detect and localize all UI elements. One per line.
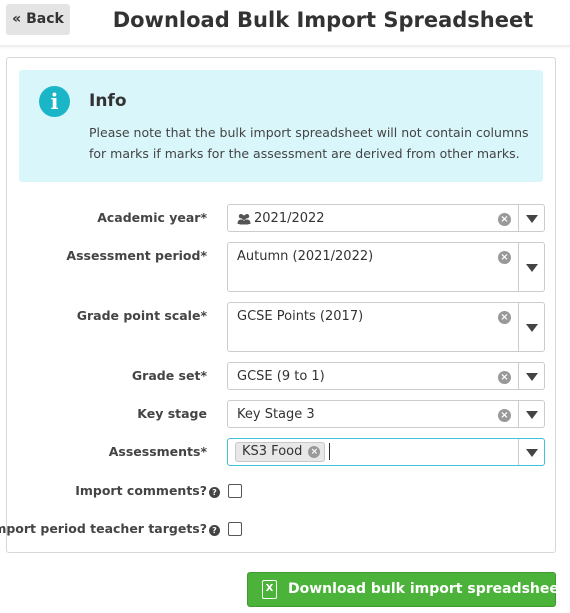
text-cursor[interactable] (329, 443, 330, 460)
help-icon[interactable]: ? (209, 487, 220, 498)
clear-icon[interactable]: × (498, 311, 511, 324)
grade-point-scale-select[interactable]: GCSE Points (2017) × (227, 302, 545, 352)
import-targets-checkbox[interactable] (228, 522, 242, 536)
academic-year-select[interactable]: 2021/2022 × (227, 204, 545, 232)
import-targets-label: Import period teacher targets?? (0, 521, 220, 536)
assessment-period-value: Autumn (2021/2022) (237, 249, 374, 264)
key-stage-select[interactable]: Key Stage 3 × (227, 400, 545, 428)
assessment-period-select[interactable]: Autumn (2021/2022) × (227, 242, 545, 292)
clear-icon[interactable]: × (498, 213, 511, 226)
chevron-down-icon (526, 373, 538, 381)
dropdown-toggle[interactable] (518, 363, 544, 389)
chevron-down-icon (526, 324, 538, 332)
clear-icon[interactable]: × (498, 409, 511, 422)
assessment-period-label: Assessment period* (66, 248, 207, 263)
academic-year-label: Academic year* (97, 210, 207, 225)
info-circle-icon: i (39, 86, 70, 117)
chevron-down-icon (526, 264, 538, 272)
assessment-tag-label: KS3 Food (242, 444, 303, 459)
download-spreadsheet-button[interactable]: X Download bulk import spreadsheet (247, 572, 566, 607)
chevron-down-icon (526, 411, 538, 419)
assessments-multiselect[interactable]: KS3 Food × (227, 438, 545, 466)
dropdown-toggle[interactable] (518, 401, 544, 427)
remove-tag-icon[interactable]: × (308, 446, 321, 458)
download-button-label: Download bulk import spreadsheet (288, 581, 566, 597)
chevron-down-icon (526, 215, 538, 223)
chevron-down-icon (526, 449, 538, 457)
info-title: Info (89, 91, 127, 111)
key-stage-label: Key stage (137, 406, 207, 421)
header-divider (0, 45, 570, 49)
clear-icon[interactable]: × (498, 371, 511, 384)
info-alert: i Info Please note that the bulk import … (19, 70, 543, 182)
grade-set-select[interactable]: GCSE (9 to 1) × (227, 362, 545, 390)
assessments-label: Assessments* (108, 444, 207, 459)
info-text: Please note that the bulk import spreads… (89, 125, 529, 161)
back-button[interactable]: « Back (6, 4, 70, 35)
dropdown-toggle[interactable] (518, 439, 544, 465)
key-stage-value: Key Stage 3 (237, 407, 315, 422)
import-comments-checkbox[interactable] (228, 484, 242, 498)
dropdown-toggle[interactable] (518, 205, 544, 231)
assessment-tag: KS3 Food × (235, 442, 326, 462)
excel-file-icon: X (262, 580, 277, 599)
page-title: Download Bulk Import Spreadsheet (112, 8, 534, 32)
grade-set-value: GCSE (9 to 1) (237, 369, 325, 384)
dropdown-toggle[interactable] (518, 303, 544, 351)
import-comments-label: Import comments?? (75, 483, 220, 498)
dropdown-toggle[interactable] (518, 243, 544, 291)
help-icon[interactable]: ? (209, 525, 220, 536)
import-comments-label-text: Import comments? (75, 483, 207, 498)
clear-icon[interactable]: × (498, 251, 511, 264)
grade-point-scale-label: Grade point scale* (76, 308, 207, 323)
academic-year-value: 2021/2022 (254, 211, 325, 226)
grade-point-scale-value: GCSE Points (2017) (237, 309, 364, 324)
people-icon (237, 214, 251, 225)
import-targets-label-text: Import period teacher targets? (0, 521, 207, 536)
grade-set-label: Grade set* (131, 368, 207, 383)
